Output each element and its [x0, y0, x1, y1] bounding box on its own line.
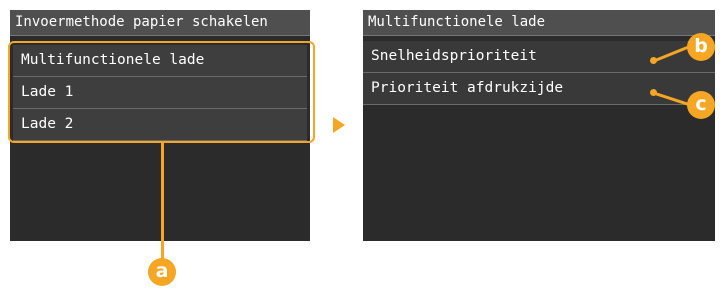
callout-badge-b: b — [687, 33, 715, 61]
screen-title: Invoermethode papier schakelen — [10, 10, 310, 36]
menu-item-print-side-priority[interactable]: Prioriteit afdrukzijde — [363, 73, 715, 105]
callout-badge-a: a — [148, 258, 176, 286]
screen-title: Multifunctionele lade — [363, 10, 715, 36]
callout-a-line — [161, 143, 164, 261]
arrow-right-icon — [333, 117, 345, 133]
screen-multipurpose-tray: Multifunctionele lade Snelheidsprioritei… — [363, 10, 715, 241]
callout-badge-c: c — [687, 91, 715, 119]
highlight-frame — [8, 41, 315, 143]
